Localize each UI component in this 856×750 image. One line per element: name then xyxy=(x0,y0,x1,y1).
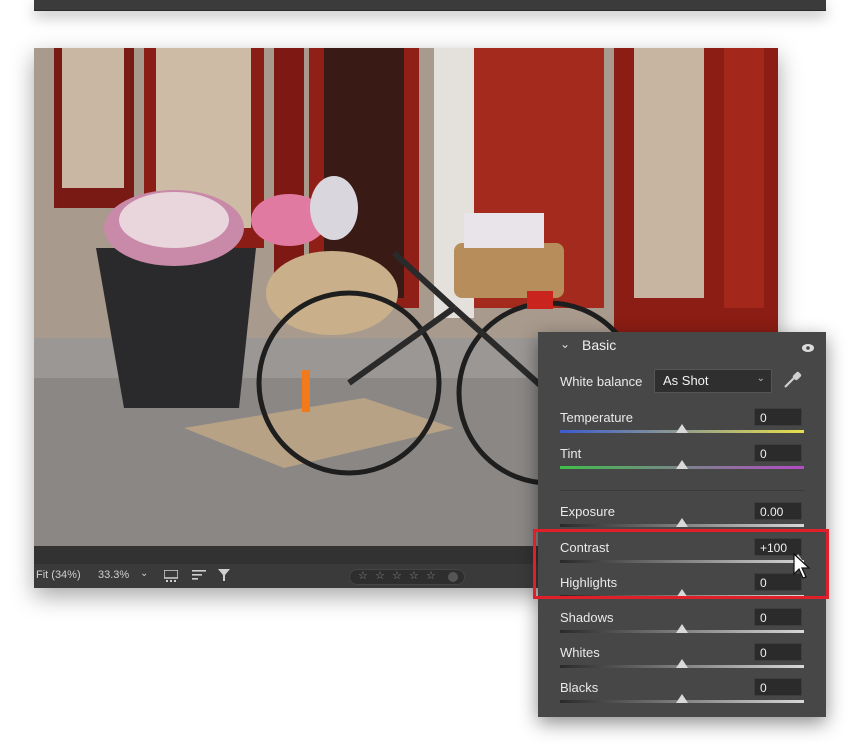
section-divider xyxy=(560,490,804,491)
slider-thumb[interactable] xyxy=(676,694,688,703)
slider-label: Shadows xyxy=(560,610,614,625)
panel-title: Basic xyxy=(582,337,617,353)
slider-value-field[interactable]: 0 xyxy=(754,444,802,462)
sort-icon[interactable] xyxy=(192,569,206,584)
slider-blacks: Blacks 0 xyxy=(538,678,826,714)
white-balance-select[interactable]: As Shot ⌄ xyxy=(654,369,772,393)
slider-label: Exposure xyxy=(560,504,615,519)
chevron-down-icon[interactable]: ⌄ xyxy=(560,337,570,351)
chevron-down-icon: ⌄ xyxy=(756,373,765,384)
filter-icon[interactable] xyxy=(218,569,230,584)
star-icon[interactable]: ☆ xyxy=(426,569,436,582)
star-icon[interactable]: ☆ xyxy=(392,569,402,582)
eye-icon[interactable] xyxy=(802,340,814,355)
slider-label: Whites xyxy=(560,645,600,660)
star-icon[interactable]: ☆ xyxy=(409,569,419,582)
white-balance-value: As Shot xyxy=(663,373,709,388)
slider-whites: Whites 0 xyxy=(538,643,826,679)
fit-label[interactable]: Fit (34%) xyxy=(36,569,81,581)
slider-tint: Tint 0 xyxy=(538,444,826,480)
slider-temperature: Temperature 0 xyxy=(538,408,826,444)
slider-thumb[interactable] xyxy=(676,424,688,433)
slider-value-field[interactable]: 0 xyxy=(754,678,802,696)
star-icon[interactable]: ☆ xyxy=(358,569,368,582)
star-icon[interactable]: ☆ xyxy=(375,569,385,582)
slider-label: Tint xyxy=(560,446,582,461)
slider-label: Blacks xyxy=(560,680,599,695)
panel-header[interactable]: ⌄ Basic xyxy=(538,332,826,358)
reject-flag-icon[interactable] xyxy=(448,572,458,582)
window-top-bar xyxy=(34,0,826,11)
slider-thumb[interactable] xyxy=(676,518,688,527)
slider-value-field[interactable]: 0.00 xyxy=(754,502,802,520)
basic-panel: ⌄ Basic White balance As Shot ⌄ Temperat… xyxy=(538,332,826,717)
eyedropper-icon[interactable] xyxy=(782,370,802,393)
slider-value-field[interactable]: 0 xyxy=(754,608,802,626)
slider-thumb[interactable] xyxy=(676,624,688,633)
contrast-highlight-box xyxy=(533,529,829,599)
slider-label: Temperature xyxy=(560,410,633,425)
star-rating[interactable]: ☆ ☆ ☆ ☆ ☆ xyxy=(349,569,465,585)
slider-thumb[interactable] xyxy=(676,460,688,469)
slider-shadows: Shadows 0 xyxy=(538,608,826,644)
slider-value-field[interactable]: 0 xyxy=(754,408,802,426)
grid-view-icon[interactable] xyxy=(163,569,179,585)
pointer-cursor-icon xyxy=(793,552,811,584)
zoom-label[interactable]: 33.3% xyxy=(98,569,129,581)
slider-value-field[interactable]: 0 xyxy=(754,643,802,661)
slider-thumb[interactable] xyxy=(676,659,688,668)
white-balance-label: White balance xyxy=(560,374,643,389)
zoom-dropdown-icon[interactable]: ⌄ xyxy=(140,568,148,579)
